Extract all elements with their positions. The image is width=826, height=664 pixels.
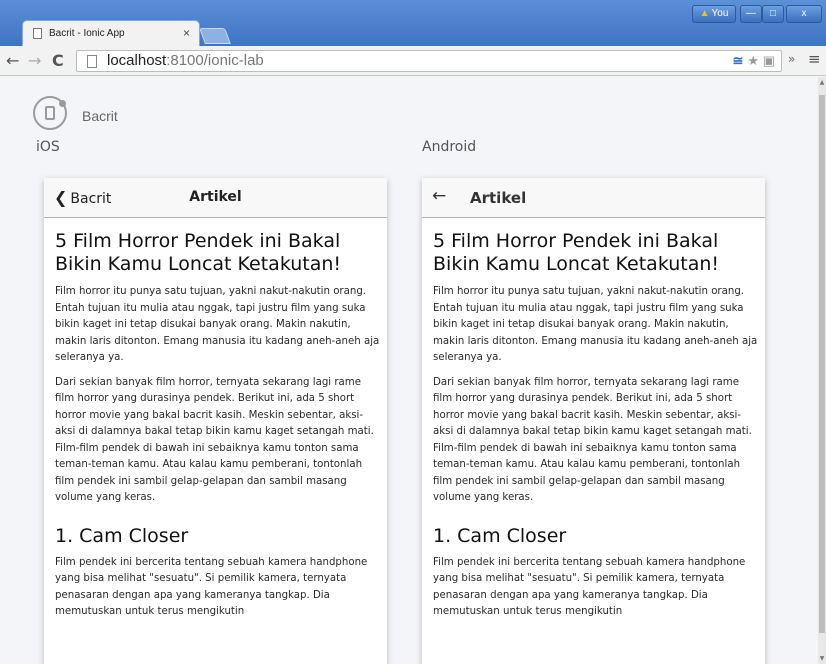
arrow-back-icon[interactable]: ← xyxy=(432,186,446,206)
url-path: :8100/ionic-lab xyxy=(166,52,264,69)
article-paragraph: Film horror itu punya satu tujuan, yakni… xyxy=(55,286,380,363)
url-text: localhost:8100/ionic-lab xyxy=(107,51,264,71)
android-article-content: 5 Film Horror Pendek ini Bakal Bikin Kam… xyxy=(433,230,758,629)
tab-close-icon[interactable]: × xyxy=(183,26,190,40)
reload-button[interactable]: C xyxy=(52,51,64,70)
window-titlebar: Bacrit - Ionic App × ▲ You — □ x xyxy=(0,0,826,46)
minimize-button[interactable]: — xyxy=(740,5,762,23)
page-favicon-icon xyxy=(33,28,42,39)
cast-icon[interactable]: ≅ xyxy=(733,53,744,68)
android-toolbar: ← Artikel xyxy=(422,178,765,218)
extensions-overflow-icon[interactable]: » xyxy=(788,52,795,66)
scrollbar-thumb[interactable] xyxy=(819,95,825,633)
tab-title: Bacrit - Ionic App xyxy=(49,28,125,39)
warning-icon: ▲ xyxy=(699,8,710,19)
section-paragraph: Film pendek ini bercerita tentang sebuah… xyxy=(55,556,368,618)
platform-label-android: Android xyxy=(422,139,477,155)
article-heading: 5 Film Horror Pendek ini Bakal Bikin Kam… xyxy=(433,230,720,275)
chrome-menu-icon[interactable]: ≡ xyxy=(808,50,821,68)
page-icon xyxy=(87,55,97,68)
article-heading: 5 Film Horror Pendek ini Bakal Bikin Kam… xyxy=(55,230,342,275)
article-paragraph: Dari sekian banyak film horror, ternyata… xyxy=(433,376,752,504)
logo-device-shape xyxy=(45,106,55,120)
android-page-title: Artikel xyxy=(470,189,527,207)
section-title: 1. Cam Closer xyxy=(433,524,567,547)
url-host: localhost xyxy=(107,52,167,69)
android-device-preview: ← Artikel 5 Film Horror Pendek ini Bakal… xyxy=(422,178,765,664)
maximize-button[interactable]: □ xyxy=(762,5,784,23)
ios-page-title: Artikel xyxy=(189,189,242,205)
section-title: 1. Cam Closer xyxy=(55,524,189,547)
close-window-button[interactable]: x xyxy=(786,5,822,23)
bookmark-star-icon[interactable]: ★ xyxy=(747,53,759,68)
new-tab-button[interactable] xyxy=(199,28,231,44)
article-paragraph: Film horror itu punya satu tujuan, yakni… xyxy=(433,286,758,363)
scroll-up-icon[interactable]: ▲ xyxy=(818,79,826,86)
logo-dot xyxy=(59,100,66,107)
page-scrollbar[interactable]: ▲ ▼ xyxy=(818,77,826,664)
scroll-down-icon[interactable]: ▼ xyxy=(818,655,826,662)
forward-button[interactable]: → xyxy=(28,51,41,70)
app-name: Bacrit xyxy=(82,108,118,124)
page-viewport: Bacrit iOS Android ❮ Bacrit Artikel 5 Fil… xyxy=(0,77,818,664)
ionic-lab-logo-icon xyxy=(33,96,67,130)
ios-article-content: 5 Film Horror Pendek ini Bakal Bikin Kam… xyxy=(55,230,380,629)
browser-tab[interactable]: Bacrit - Ionic App × xyxy=(22,20,200,46)
profile-label: You xyxy=(711,8,729,19)
address-bar[interactable]: localhost:8100/ionic-lab ≅ ★ ▣ xyxy=(76,50,782,72)
ios-navbar: ❮ Bacrit Artikel xyxy=(44,178,387,218)
platform-label-ios: iOS xyxy=(36,139,60,155)
omnibox-icons: ≅ ★ ▣ xyxy=(733,51,775,71)
profile-button[interactable]: ▲ You xyxy=(692,5,736,23)
section-paragraph: Film pendek ini bercerita tentang sebuah… xyxy=(433,556,746,618)
ios-device-preview: ❮ Bacrit Artikel 5 Film Horror Pendek ini… xyxy=(44,178,387,664)
browser-toolbar: ← → C localhost:8100/ionic-lab ≅ ★ ▣ » ≡ xyxy=(0,46,826,76)
page-action-icon[interactable]: ▣ xyxy=(763,53,775,68)
article-paragraph: Dari sekian banyak film horror, ternyata… xyxy=(55,376,374,504)
back-button[interactable]: ← xyxy=(6,51,19,70)
